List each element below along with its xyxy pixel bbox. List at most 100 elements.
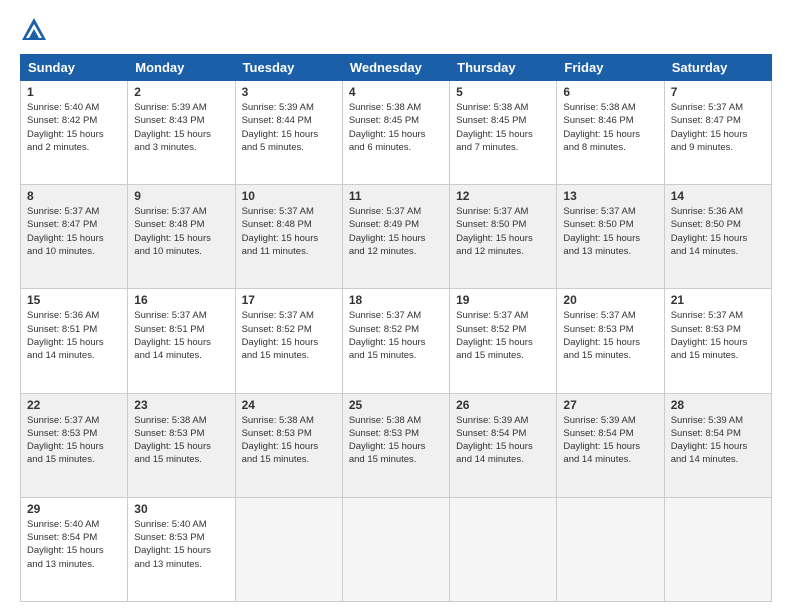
day-info: Sunrise: 5:37 AMSunset: 8:50 PMDaylight:… [456, 206, 533, 257]
day-info: Sunrise: 5:38 AMSunset: 8:46 PMDaylight:… [563, 102, 640, 153]
logo [20, 16, 52, 44]
calendar-cell: 25 Sunrise: 5:38 AMSunset: 8:53 PMDaylig… [342, 393, 449, 497]
day-number: 5 [456, 85, 550, 99]
calendar-cell: 7 Sunrise: 5:37 AMSunset: 8:47 PMDayligh… [664, 81, 771, 185]
day-info: Sunrise: 5:37 AMSunset: 8:53 PMDaylight:… [563, 310, 640, 361]
day-info: Sunrise: 5:37 AMSunset: 8:48 PMDaylight:… [134, 206, 211, 257]
calendar-week-row: 8 Sunrise: 5:37 AMSunset: 8:47 PMDayligh… [21, 185, 772, 289]
calendar-cell: 20 Sunrise: 5:37 AMSunset: 8:53 PMDaylig… [557, 289, 664, 393]
calendar-cell [557, 497, 664, 601]
calendar-table: SundayMondayTuesdayWednesdayThursdayFrid… [20, 54, 772, 602]
day-number: 23 [134, 398, 228, 412]
header-row: SundayMondayTuesdayWednesdayThursdayFrid… [21, 55, 772, 81]
day-number: 27 [563, 398, 657, 412]
weekday-header: Tuesday [235, 55, 342, 81]
calendar-cell [235, 497, 342, 601]
day-number: 19 [456, 293, 550, 307]
calendar-cell: 28 Sunrise: 5:39 AMSunset: 8:54 PMDaylig… [664, 393, 771, 497]
day-info: Sunrise: 5:38 AMSunset: 8:53 PMDaylight:… [242, 415, 319, 466]
calendar-cell: 27 Sunrise: 5:39 AMSunset: 8:54 PMDaylig… [557, 393, 664, 497]
day-number: 3 [242, 85, 336, 99]
weekday-header: Wednesday [342, 55, 449, 81]
day-number: 22 [27, 398, 121, 412]
calendar-week-row: 29 Sunrise: 5:40 AMSunset: 8:54 PMDaylig… [21, 497, 772, 601]
calendar-cell [450, 497, 557, 601]
day-number: 9 [134, 189, 228, 203]
day-info: Sunrise: 5:36 AMSunset: 8:50 PMDaylight:… [671, 206, 748, 257]
calendar-cell: 5 Sunrise: 5:38 AMSunset: 8:45 PMDayligh… [450, 81, 557, 185]
calendar-cell: 23 Sunrise: 5:38 AMSunset: 8:53 PMDaylig… [128, 393, 235, 497]
day-number: 25 [349, 398, 443, 412]
calendar-cell: 11 Sunrise: 5:37 AMSunset: 8:49 PMDaylig… [342, 185, 449, 289]
day-number: 20 [563, 293, 657, 307]
calendar-cell: 4 Sunrise: 5:38 AMSunset: 8:45 PMDayligh… [342, 81, 449, 185]
day-number: 2 [134, 85, 228, 99]
calendar-cell: 12 Sunrise: 5:37 AMSunset: 8:50 PMDaylig… [450, 185, 557, 289]
calendar-cell: 16 Sunrise: 5:37 AMSunset: 8:51 PMDaylig… [128, 289, 235, 393]
day-info: Sunrise: 5:37 AMSunset: 8:52 PMDaylight:… [349, 310, 426, 361]
weekday-header: Thursday [450, 55, 557, 81]
calendar-cell [342, 497, 449, 601]
day-number: 10 [242, 189, 336, 203]
calendar-cell: 17 Sunrise: 5:37 AMSunset: 8:52 PMDaylig… [235, 289, 342, 393]
day-number: 8 [27, 189, 121, 203]
day-info: Sunrise: 5:40 AMSunset: 8:53 PMDaylight:… [134, 519, 211, 570]
day-info: Sunrise: 5:38 AMSunset: 8:45 PMDaylight:… [456, 102, 533, 153]
calendar-cell: 10 Sunrise: 5:37 AMSunset: 8:48 PMDaylig… [235, 185, 342, 289]
day-info: Sunrise: 5:39 AMSunset: 8:54 PMDaylight:… [456, 415, 533, 466]
page: SundayMondayTuesdayWednesdayThursdayFrid… [0, 0, 792, 612]
day-number: 15 [27, 293, 121, 307]
calendar-cell: 3 Sunrise: 5:39 AMSunset: 8:44 PMDayligh… [235, 81, 342, 185]
calendar-cell: 2 Sunrise: 5:39 AMSunset: 8:43 PMDayligh… [128, 81, 235, 185]
calendar-cell: 22 Sunrise: 5:37 AMSunset: 8:53 PMDaylig… [21, 393, 128, 497]
calendar-week-row: 22 Sunrise: 5:37 AMSunset: 8:53 PMDaylig… [21, 393, 772, 497]
calendar-cell [664, 497, 771, 601]
calendar-cell: 29 Sunrise: 5:40 AMSunset: 8:54 PMDaylig… [21, 497, 128, 601]
day-info: Sunrise: 5:37 AMSunset: 8:47 PMDaylight:… [671, 102, 748, 153]
calendar-cell: 24 Sunrise: 5:38 AMSunset: 8:53 PMDaylig… [235, 393, 342, 497]
day-info: Sunrise: 5:38 AMSunset: 8:53 PMDaylight:… [349, 415, 426, 466]
calendar-cell: 6 Sunrise: 5:38 AMSunset: 8:46 PMDayligh… [557, 81, 664, 185]
day-info: Sunrise: 5:38 AMSunset: 8:53 PMDaylight:… [134, 415, 211, 466]
day-number: 30 [134, 502, 228, 516]
day-info: Sunrise: 5:39 AMSunset: 8:54 PMDaylight:… [671, 415, 748, 466]
calendar-cell: 13 Sunrise: 5:37 AMSunset: 8:50 PMDaylig… [557, 185, 664, 289]
day-number: 17 [242, 293, 336, 307]
weekday-header: Sunday [21, 55, 128, 81]
day-number: 1 [27, 85, 121, 99]
calendar-cell: 9 Sunrise: 5:37 AMSunset: 8:48 PMDayligh… [128, 185, 235, 289]
calendar-cell: 15 Sunrise: 5:36 AMSunset: 8:51 PMDaylig… [21, 289, 128, 393]
header [20, 16, 772, 44]
day-info: Sunrise: 5:36 AMSunset: 8:51 PMDaylight:… [27, 310, 104, 361]
calendar-cell: 30 Sunrise: 5:40 AMSunset: 8:53 PMDaylig… [128, 497, 235, 601]
day-number: 13 [563, 189, 657, 203]
day-info: Sunrise: 5:38 AMSunset: 8:45 PMDaylight:… [349, 102, 426, 153]
day-number: 18 [349, 293, 443, 307]
calendar-cell: 26 Sunrise: 5:39 AMSunset: 8:54 PMDaylig… [450, 393, 557, 497]
day-info: Sunrise: 5:37 AMSunset: 8:50 PMDaylight:… [563, 206, 640, 257]
calendar-week-row: 15 Sunrise: 5:36 AMSunset: 8:51 PMDaylig… [21, 289, 772, 393]
day-number: 11 [349, 189, 443, 203]
weekday-header: Monday [128, 55, 235, 81]
day-number: 6 [563, 85, 657, 99]
day-number: 29 [27, 502, 121, 516]
day-info: Sunrise: 5:37 AMSunset: 8:53 PMDaylight:… [671, 310, 748, 361]
day-info: Sunrise: 5:37 AMSunset: 8:53 PMDaylight:… [27, 415, 104, 466]
day-info: Sunrise: 5:37 AMSunset: 8:47 PMDaylight:… [27, 206, 104, 257]
day-info: Sunrise: 5:39 AMSunset: 8:54 PMDaylight:… [563, 415, 640, 466]
day-info: Sunrise: 5:37 AMSunset: 8:48 PMDaylight:… [242, 206, 319, 257]
calendar-cell: 19 Sunrise: 5:37 AMSunset: 8:52 PMDaylig… [450, 289, 557, 393]
day-number: 7 [671, 85, 765, 99]
day-info: Sunrise: 5:39 AMSunset: 8:43 PMDaylight:… [134, 102, 211, 153]
calendar-cell: 8 Sunrise: 5:37 AMSunset: 8:47 PMDayligh… [21, 185, 128, 289]
day-info: Sunrise: 5:40 AMSunset: 8:42 PMDaylight:… [27, 102, 104, 153]
calendar-week-row: 1 Sunrise: 5:40 AMSunset: 8:42 PMDayligh… [21, 81, 772, 185]
logo-icon [20, 16, 48, 44]
day-info: Sunrise: 5:39 AMSunset: 8:44 PMDaylight:… [242, 102, 319, 153]
weekday-header: Friday [557, 55, 664, 81]
day-info: Sunrise: 5:37 AMSunset: 8:52 PMDaylight:… [456, 310, 533, 361]
day-info: Sunrise: 5:37 AMSunset: 8:51 PMDaylight:… [134, 310, 211, 361]
day-number: 26 [456, 398, 550, 412]
calendar-cell: 1 Sunrise: 5:40 AMSunset: 8:42 PMDayligh… [21, 81, 128, 185]
day-number: 28 [671, 398, 765, 412]
